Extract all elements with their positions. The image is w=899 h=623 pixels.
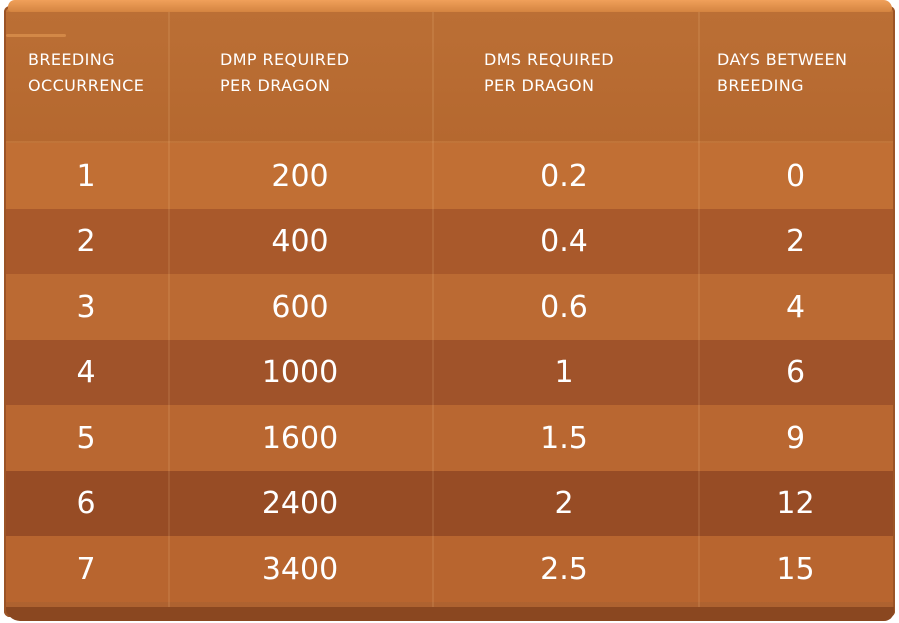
cell-dmp-required: 3400 <box>261 551 339 587</box>
cell-dms-required: 1.5 <box>540 420 588 456</box>
wooden-board: 1 200 0.2 0 2 400 0.4 2 3 600 0.6 4 4 1000 1 6 5 1600 1.5 9… <box>0 0 899 623</box>
cell-days-between: 15 <box>776 551 815 587</box>
cell-breeding-occurrence: 4 <box>76 355 96 390</box>
cell-dms-required: 0.2 <box>540 158 588 194</box>
table-row: 3 600 0.6 4 <box>6 274 893 340</box>
cell-breeding-occurrence: 6 <box>76 486 96 521</box>
wood-crack <box>6 34 66 37</box>
cell-breeding-occurrence: 5 <box>76 420 96 456</box>
header-line: DAYS BETWEEN <box>717 50 848 69</box>
cell-breeding-occurrence: 1 <box>76 158 96 194</box>
cell-days-between: 12 <box>776 486 815 521</box>
cell-dmp-required: 400 <box>271 224 329 259</box>
header-line: OCCURRENCE <box>28 76 145 95</box>
header-line: DMP REQUIRED <box>220 50 350 69</box>
cell-dmp-required: 1000 <box>261 355 339 390</box>
column-divider <box>168 12 170 607</box>
board-bottom-edge <box>6 607 894 621</box>
cell-days-between: 0 <box>785 158 806 194</box>
board-top-edge <box>8 0 892 12</box>
header-line: PER DRAGON <box>484 76 595 95</box>
cell-dms-required: 2.5 <box>540 551 588 587</box>
header-dmp-required: DMP REQUIRED PER DRAGON <box>220 47 349 99</box>
table-row: 7 3400 2.5 15 <box>6 536 893 602</box>
cell-breeding-occurrence: 7 <box>76 551 96 587</box>
header-line: PER DRAGON <box>220 76 331 95</box>
cell-dms-required: 0.6 <box>540 289 588 325</box>
cell-breeding-occurrence: 3 <box>76 289 96 325</box>
header-days-between: DAYS BETWEEN BREEDING <box>717 47 847 99</box>
table-row: 2 400 0.4 2 <box>6 208 893 275</box>
table-row: 6 2400 2 12 <box>6 470 893 537</box>
cell-days-between: 2 <box>785 224 806 259</box>
column-divider <box>698 12 700 607</box>
cell-days-between: 9 <box>785 420 806 456</box>
table-row: 1 200 0.2 0 <box>6 143 893 209</box>
column-divider <box>432 12 434 607</box>
cell-dmp-required: 1600 <box>261 420 339 456</box>
cell-days-between: 4 <box>785 289 806 325</box>
cell-days-between: 6 <box>785 355 806 390</box>
cell-dmp-required: 200 <box>271 158 329 194</box>
header-breeding-occurrence: BREEDING OCCURRENCE <box>28 47 144 99</box>
header-line: DMS REQUIRED <box>484 50 614 69</box>
table-row: 5 1600 1.5 9 <box>6 405 893 471</box>
table-row: 4 1000 1 6 <box>6 339 893 406</box>
header-line: BREEDING <box>28 50 115 69</box>
header-dms-required: DMS REQUIRED PER DRAGON <box>484 47 614 99</box>
cell-dms-required: 2 <box>554 486 574 521</box>
cell-dmp-required: 600 <box>271 289 329 325</box>
cell-breeding-occurrence: 2 <box>76 224 96 259</box>
cell-dms-required: 0.4 <box>540 224 588 259</box>
header-line: BREEDING <box>717 76 804 95</box>
cell-dms-required: 1 <box>554 355 574 390</box>
cell-dmp-required: 2400 <box>261 486 339 521</box>
